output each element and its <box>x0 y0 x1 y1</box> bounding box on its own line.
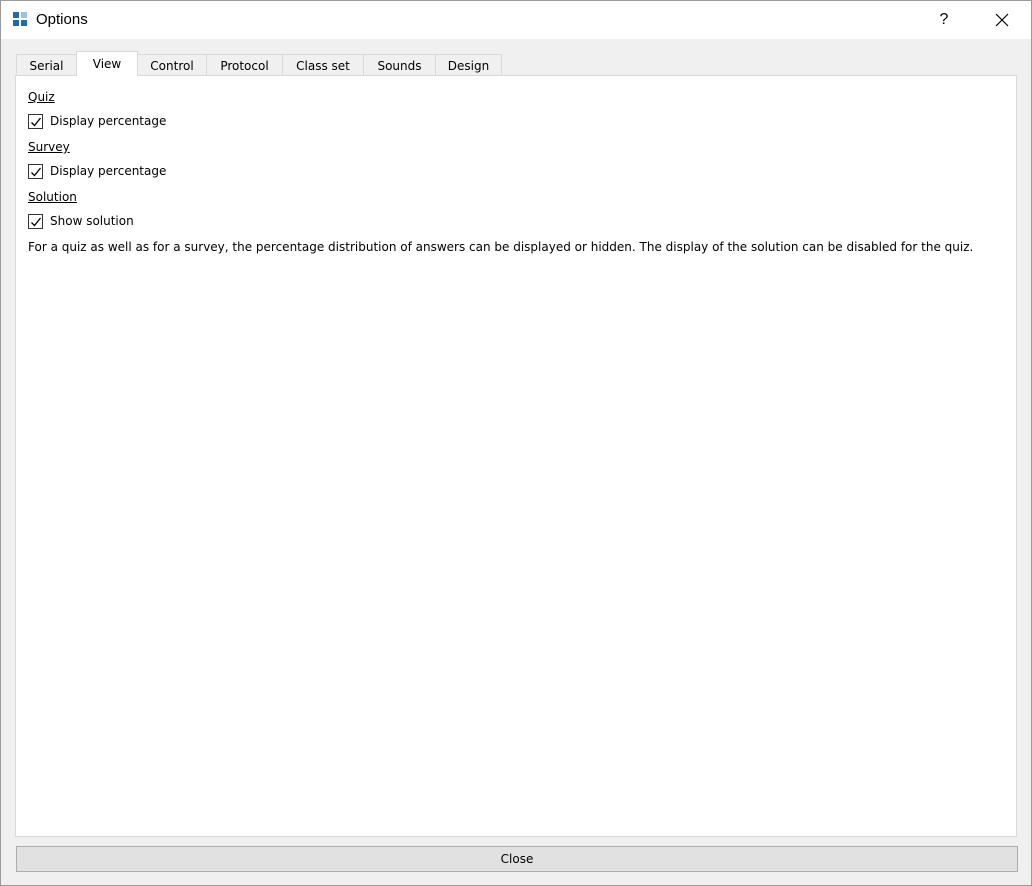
survey-display-percentage-checkbox[interactable]: Display percentage <box>28 163 166 179</box>
quiz-display-percentage-checkbox[interactable]: Display percentage <box>28 113 166 129</box>
checkbox-checked-icon[interactable] <box>28 163 43 179</box>
survey-heading: Survey <box>28 140 70 154</box>
tab-control[interactable]: Control <box>137 54 207 76</box>
title-bar: Options ? <box>1 1 1031 39</box>
close-icon <box>995 13 1009 27</box>
view-tab-panel: Quiz Display percentage Survey Display p… <box>15 75 1017 837</box>
tab-design[interactable]: Design <box>435 54 502 76</box>
close-button[interactable]: Close <box>16 846 1018 872</box>
options-dialog: Options ? Serial View Control Protocol C… <box>0 0 1032 886</box>
quiz-heading: Quiz <box>28 90 55 104</box>
solution-heading: Solution <box>28 190 77 204</box>
tab-view[interactable]: View <box>76 51 138 76</box>
help-button[interactable]: ? <box>921 1 967 39</box>
checkbox-checked-icon[interactable] <box>28 113 43 129</box>
tab-class-set[interactable]: Class set <box>282 54 364 76</box>
tab-serial[interactable]: Serial <box>16 54 77 76</box>
quiz-checkbox-label: Display percentage <box>50 114 167 128</box>
close-window-button[interactable] <box>979 1 1025 39</box>
solution-checkbox-label: Show solution <box>50 214 134 228</box>
window-title: Options <box>36 11 88 28</box>
survey-checkbox-label: Display percentage <box>50 164 167 178</box>
tab-protocol[interactable]: Protocol <box>206 54 283 76</box>
show-solution-checkbox[interactable]: Show solution <box>28 213 134 229</box>
app-logo-icon <box>13 12 29 28</box>
tab-sounds[interactable]: Sounds <box>363 54 436 76</box>
checkbox-checked-icon[interactable] <box>28 213 43 229</box>
view-description-text: For a quiz as well as for a survey, the … <box>28 240 974 254</box>
